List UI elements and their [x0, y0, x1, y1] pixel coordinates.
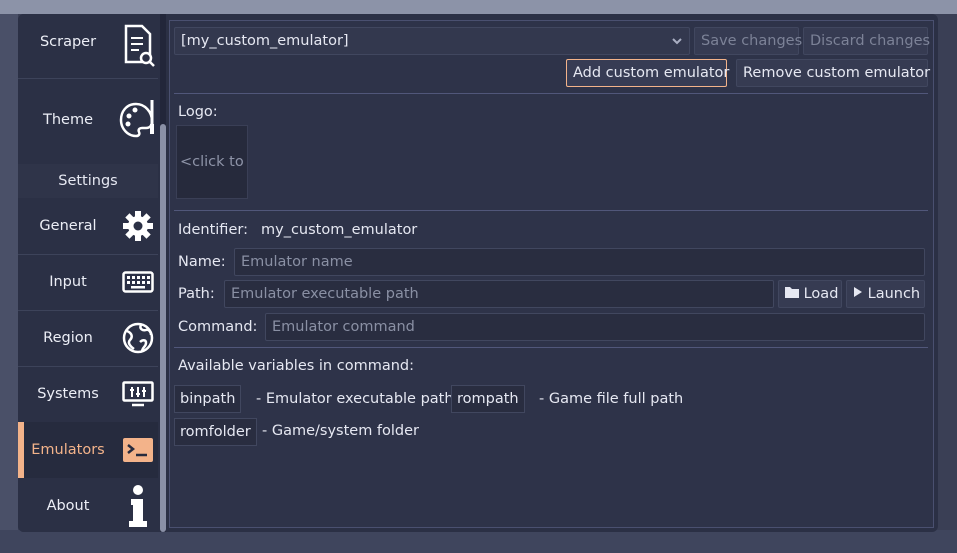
identifier-label: Identifier: [178, 222, 248, 238]
sidebar-item-label: Systems [37, 386, 99, 402]
background-top [0, 0, 957, 14]
sidebar-item-label: Scraper [39, 34, 97, 50]
variable-chip: rompath [451, 385, 525, 413]
folder-icon [785, 286, 799, 302]
emulator-select-value: [my_custom_emulator] [181, 33, 349, 49]
variable-description: - Game file full path [539, 391, 684, 407]
background-bottom [0, 530, 957, 553]
sidebar-scroll-thumb[interactable] [160, 124, 166, 532]
logo-label: Logo: [178, 104, 218, 120]
sidebar-item-about[interactable]: About [18, 478, 158, 532]
variable-description: - Emulator executable path [256, 391, 454, 407]
sidebar-item-input[interactable]: Input [18, 254, 158, 310]
variables-title: Available variables in command: [178, 358, 414, 374]
sidebar-divider [18, 78, 158, 79]
sidebar-item-label: About [46, 498, 90, 514]
globe-icon [118, 322, 158, 354]
keyboard-icon [118, 271, 158, 293]
divider [174, 93, 928, 94]
sidebar-item-general[interactable]: General [18, 198, 158, 254]
add-custom-emulator-button[interactable]: Add custom emulator [566, 59, 729, 87]
sidebar-item-emulators[interactable]: Emulators [18, 422, 158, 478]
system-icon [118, 381, 158, 407]
command-placeholder: Emulator command [272, 319, 415, 335]
chevron-down-icon [671, 28, 683, 63]
sidebar: Scraper Theme Settings General Input Reg… [18, 14, 158, 532]
command-field[interactable]: Emulator command [265, 313, 925, 341]
emulator-select[interactable]: [my_custom_emulator] [174, 27, 690, 55]
emulator-settings-panel: [my_custom_emulator] Save changes Discar… [169, 20, 934, 528]
path-label: Path: [178, 286, 215, 302]
load-button[interactable]: Load [778, 280, 842, 308]
identifier-value: my_custom_emulator [261, 222, 418, 238]
save-changes-button[interactable]: Save changes [694, 27, 802, 55]
sidebar-item-label: Emulators [31, 442, 105, 458]
divider [174, 210, 928, 211]
sidebar-item-label: Region [43, 330, 93, 346]
variable-description: - Game/system folder [262, 423, 420, 439]
sidebar-item-systems[interactable]: Systems [18, 366, 158, 422]
play-icon [853, 286, 863, 302]
sidebar-item-theme[interactable]: Theme [18, 80, 158, 160]
sidebar-item-label: Input [49, 274, 87, 290]
background-left [0, 14, 18, 553]
name-placeholder: Emulator name [241, 254, 353, 270]
variable-chip: binpath [174, 385, 242, 413]
palette-icon [118, 98, 158, 142]
sidebar-item-label: General [39, 218, 97, 234]
launch-button[interactable]: Launch [846, 280, 925, 308]
sidebar-item-scraper[interactable]: Scraper [18, 14, 158, 78]
sidebar-item-region[interactable]: Region [18, 310, 158, 366]
remove-custom-emulator-button[interactable]: Remove custom emulator [736, 59, 930, 87]
path-placeholder: Emulator executable path [231, 286, 419, 302]
logo-picker[interactable]: <click to [176, 125, 248, 199]
settings-window: Scraper Theme Settings General Input Reg… [18, 14, 938, 532]
discard-changes-button[interactable]: Discard changes [803, 27, 930, 55]
scraper-icon [118, 24, 158, 68]
logo-placeholder: <click to [180, 154, 244, 170]
section-title-settings: Settings [18, 164, 158, 198]
path-field[interactable]: Emulator executable path [224, 280, 774, 308]
sidebar-item-label: Theme [42, 112, 93, 128]
variable-chip: romfolder [174, 418, 257, 446]
command-label: Command: [178, 319, 258, 335]
divider [174, 347, 928, 348]
terminal-icon [118, 438, 158, 462]
load-label: Load [803, 286, 839, 302]
info-icon [118, 485, 158, 527]
gear-icon [118, 210, 158, 242]
name-field[interactable]: Emulator name [234, 248, 925, 276]
name-label: Name: [178, 254, 226, 270]
launch-label: Launch [867, 286, 921, 302]
